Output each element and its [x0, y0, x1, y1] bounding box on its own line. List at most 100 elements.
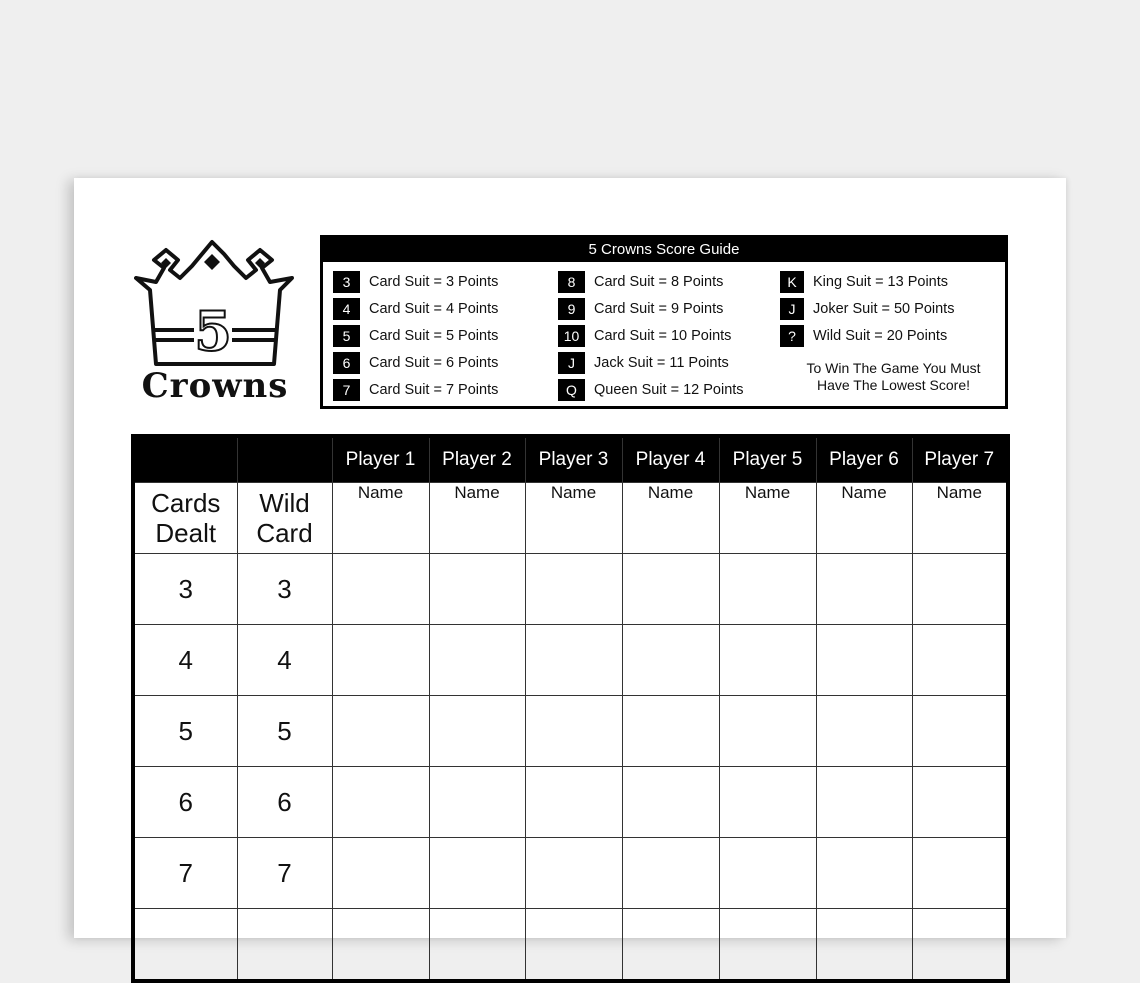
score-cell[interactable]	[911, 624, 1009, 696]
cards-dealt-cell: 6	[132, 766, 238, 838]
score-cell[interactable]	[428, 624, 526, 696]
score-cell[interactable]	[621, 624, 720, 696]
score-cell[interactable]	[524, 553, 623, 625]
round-row: 6 6	[132, 766, 1009, 838]
guide-item-text: Card Suit = 10 Points	[594, 328, 732, 344]
score-cell[interactable]	[621, 908, 720, 982]
guide-item: 9 Card Suit = 9 Points	[558, 295, 744, 323]
guide-item: 10 Card Suit = 10 Points	[558, 322, 744, 350]
score-cell[interactable]	[815, 553, 913, 625]
header-blank	[132, 435, 238, 483]
score-cell[interactable]	[815, 908, 913, 982]
score-cell[interactable]	[331, 766, 430, 838]
wild-card-cell: 4	[236, 624, 333, 696]
guide-item-text: Wild Suit = 20 Points	[813, 328, 948, 344]
player-header-row: Player 1 Player 2 Player 3 Player 4 Play…	[132, 435, 1009, 483]
player-name-field[interactable]: Name	[718, 482, 817, 554]
score-cell[interactable]	[428, 766, 526, 838]
score-cell[interactable]	[524, 766, 623, 838]
cards-dealt-header: Cards Dealt	[132, 482, 238, 554]
label-line: Dealt	[155, 518, 217, 548]
guide-item: J Joker Suit = 50 Points	[780, 295, 954, 323]
score-guide: 5 Crowns Score Guide 3 Card Suit = 3 Poin…	[320, 235, 1008, 409]
guide-column-2: 8 Card Suit = 8 Points 9 Card Suit = 9 Poi…	[558, 268, 744, 403]
guide-item: Q Queen Suit = 12 Points	[558, 376, 744, 404]
score-cell[interactable]	[428, 908, 526, 982]
score-cell[interactable]	[621, 695, 720, 767]
guide-item-text: Card Suit = 4 Points	[369, 301, 499, 317]
note-line-2: Have The Lowest Score!	[816, 377, 971, 393]
logo-number: 5	[194, 299, 232, 363]
guide-item-text: Joker Suit = 50 Points	[813, 301, 955, 317]
logo-word: Crowns	[141, 366, 289, 406]
round-row: 4 4	[132, 624, 1009, 696]
label-line: Cards	[151, 488, 221, 518]
score-cell[interactable]	[331, 695, 430, 767]
score-cell[interactable]	[331, 553, 430, 625]
guide-item: 8 Card Suit = 8 Points	[558, 268, 744, 296]
round-row: 7 7	[132, 837, 1009, 909]
score-cell[interactable]	[621, 766, 720, 838]
score-cell[interactable]	[815, 837, 913, 909]
score-cell[interactable]	[524, 908, 623, 982]
guide-item-text: King Suit = 13 Points	[813, 274, 949, 290]
cards-dealt-cell: 3	[132, 553, 238, 625]
cards-dealt-cell: 4	[132, 624, 238, 696]
score-cell[interactable]	[718, 695, 817, 767]
player-name-field[interactable]: Name	[524, 482, 623, 554]
label-line: Card	[256, 518, 313, 548]
player-name-field[interactable]: Name	[331, 482, 430, 554]
score-table: Player 1 Player 2 Player 3 Player 4 Play…	[131, 434, 1010, 983]
score-cell[interactable]	[815, 766, 913, 838]
player-header: Player 2	[428, 435, 526, 483]
card-badge: 10	[558, 325, 585, 347]
score-cell[interactable]	[524, 837, 623, 909]
score-cell[interactable]	[718, 766, 817, 838]
player-header: Player 4	[621, 435, 720, 483]
score-cell[interactable]	[718, 908, 817, 982]
round-row	[132, 908, 1009, 982]
card-badge: Q	[558, 379, 585, 401]
crown-icon: 5	[134, 240, 294, 366]
card-badge: J	[558, 352, 585, 374]
card-badge: K	[780, 271, 804, 293]
score-cell[interactable]	[331, 624, 430, 696]
score-cell[interactable]	[718, 837, 817, 909]
score-cell[interactable]	[911, 553, 1009, 625]
card-badge: 6	[333, 352, 360, 374]
score-cell[interactable]	[911, 837, 1009, 909]
player-name-field[interactable]: Name	[815, 482, 913, 554]
score-cell[interactable]	[621, 553, 720, 625]
score-cell[interactable]	[815, 695, 913, 767]
score-cell[interactable]	[331, 908, 430, 982]
player-header: Player 1	[331, 435, 430, 483]
score-cell[interactable]	[524, 695, 623, 767]
score-cell[interactable]	[718, 553, 817, 625]
cards-dealt-cell: 5	[132, 695, 238, 767]
round-row: 3 3	[132, 553, 1009, 625]
score-cell[interactable]	[331, 837, 430, 909]
score-cell[interactable]	[911, 695, 1009, 767]
score-cell[interactable]	[911, 908, 1009, 982]
player-name-field[interactable]: Name	[428, 482, 526, 554]
label-line: Wild	[259, 488, 310, 518]
score-cell[interactable]	[718, 624, 817, 696]
card-badge: ?	[780, 325, 804, 347]
guide-column-1: 3 Card Suit = 3 Points 4 Card Suit = 4 Poi…	[333, 268, 498, 403]
card-badge: 9	[558, 298, 585, 320]
guide-item-text: Card Suit = 9 Points	[594, 301, 724, 317]
score-cell[interactable]	[524, 624, 623, 696]
score-cell[interactable]	[428, 695, 526, 767]
note-line-1: To Win The Game You Must	[806, 360, 981, 376]
guide-item: K King Suit = 13 Points	[780, 268, 954, 296]
guide-item: ? Wild Suit = 20 Points	[780, 322, 954, 350]
score-cell[interactable]	[911, 766, 1009, 838]
guide-item-text: Card Suit = 7 Points	[369, 382, 499, 398]
guide-item-text: Card Suit = 6 Points	[369, 355, 499, 371]
player-name-field[interactable]: Name	[911, 482, 1009, 554]
score-cell[interactable]	[815, 624, 913, 696]
score-cell[interactable]	[428, 553, 526, 625]
score-cell[interactable]	[428, 837, 526, 909]
score-cell[interactable]	[621, 837, 720, 909]
player-name-field[interactable]: Name	[621, 482, 720, 554]
